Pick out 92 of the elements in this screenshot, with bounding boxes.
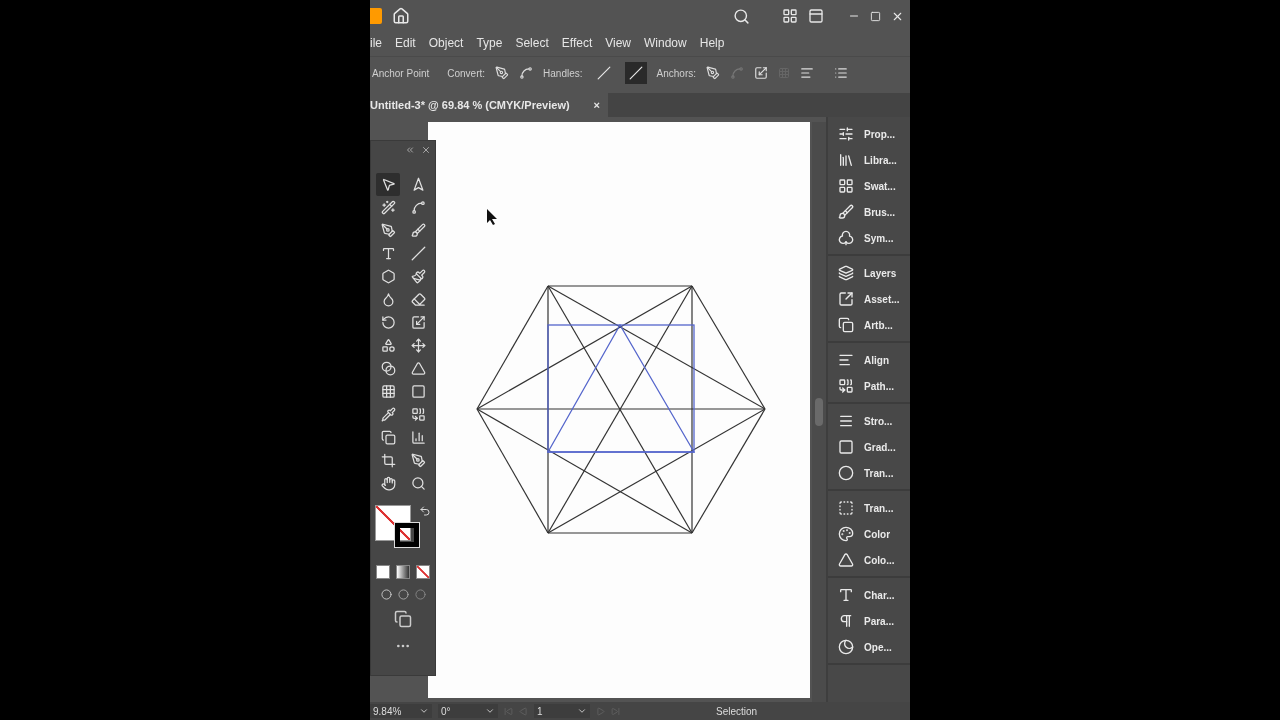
- menu-item[interactable]: Edit: [395, 36, 416, 50]
- layers-icon: [838, 265, 854, 281]
- triangle-icon: [838, 552, 854, 568]
- color-button[interactable]: [376, 565, 390, 579]
- panel-button[interactable]: Artb...: [828, 312, 910, 338]
- menu-item[interactable]: Object: [428, 36, 464, 50]
- menu-item[interactable]: ile: [370, 36, 382, 50]
- sliders-icon: [838, 126, 854, 142]
- workspace-icon[interactable]: [782, 8, 798, 24]
- selection-tool[interactable]: [376, 173, 400, 196]
- panel-button[interactable]: Grad...: [828, 434, 910, 460]
- panel-button[interactable]: Swat...: [828, 173, 910, 199]
- type-icon: [838, 587, 854, 603]
- panel-button[interactable]: Prop...: [828, 121, 910, 147]
- menu-item[interactable]: Window: [644, 36, 687, 50]
- export-icon: [838, 291, 854, 307]
- paintbrush-icon: [410, 269, 426, 284]
- control-bar-title: Anchor Point: [372, 67, 430, 79]
- magic-wand-icon: [380, 200, 396, 215]
- artboard-field[interactable]: 1: [534, 704, 590, 718]
- hexagon-icon: [380, 269, 396, 284]
- dashed-square-icon: [838, 500, 854, 516]
- lines-icon: [838, 413, 854, 429]
- panel-button[interactable]: Char...: [828, 582, 910, 608]
- caret-icon: [577, 706, 587, 716]
- zoom-field[interactable]: 9.84%: [370, 704, 432, 718]
- rotate-icon: [380, 315, 396, 330]
- handles-button[interactable]: [624, 62, 647, 84]
- app-logo: [370, 8, 382, 24]
- panel-icon[interactable]: [808, 8, 824, 24]
- maximize-icon[interactable]: [870, 10, 881, 22]
- align-icon[interactable]: [800, 66, 814, 80]
- panel-button[interactable]: Colo...: [828, 547, 910, 573]
- list-icon[interactable]: [834, 66, 848, 80]
- panel-button[interactable]: Ope...: [828, 634, 910, 660]
- search-icon[interactable]: [733, 7, 750, 25]
- panel-button[interactable]: Layers: [828, 260, 910, 286]
- panel-button[interactable]: Color: [828, 521, 910, 547]
- caret-icon: [419, 706, 429, 716]
- panel-button[interactable]: Brus...: [828, 199, 910, 225]
- none-button[interactable]: [416, 565, 430, 579]
- club-icon: [838, 230, 854, 246]
- rotation-field[interactable]: 0°: [438, 704, 498, 718]
- panel-button[interactable]: Tran...: [828, 460, 910, 486]
- graph-icon: [410, 430, 426, 445]
- hand-icon: [380, 476, 396, 491]
- home-icon[interactable]: [392, 7, 410, 25]
- panel-button[interactable]: Asset...: [828, 286, 910, 312]
- circle-icon: [838, 465, 854, 481]
- type-icon: [380, 246, 396, 261]
- panel-button[interactable]: Tran...: [828, 495, 910, 521]
- panel-button[interactable]: Stro...: [828, 408, 910, 434]
- selection-icon: [380, 177, 396, 192]
- swap-icon[interactable]: [419, 505, 431, 517]
- menu-item[interactable]: Select: [515, 36, 549, 50]
- panel-button[interactable]: Sym...: [828, 225, 910, 251]
- scrollbar[interactable]: [812, 122, 826, 702]
- eyedropper-icon: [380, 407, 396, 422]
- panel-button[interactable]: Libra...: [828, 147, 910, 173]
- eraser-icon: [410, 292, 426, 307]
- close-icon[interactable]: [421, 145, 431, 155]
- menu-item[interactable]: Help: [699, 36, 725, 50]
- palette-icon: [838, 526, 854, 542]
- convert-label: Convert:: [447, 67, 486, 79]
- brush-icon: [838, 204, 854, 220]
- library-icon: [838, 152, 854, 168]
- status-text: Selection: [716, 705, 758, 717]
- menu-item[interactable]: View: [605, 36, 632, 50]
- artboard-icon: [380, 453, 396, 468]
- anchors-label: Anchors:: [656, 67, 696, 79]
- artboards-icon: [838, 317, 854, 333]
- pilcrow-icon: [838, 613, 854, 629]
- panel-button[interactable]: Para...: [828, 608, 910, 634]
- caret-icon: [485, 706, 495, 716]
- menu-item[interactable]: Effect: [561, 36, 593, 50]
- zoom-icon: [410, 476, 426, 491]
- panel-button[interactable]: Path...: [828, 373, 910, 399]
- document-tab[interactable]: Untitled-3* @ 69.84 % (CMYK/Preview) ×: [370, 93, 608, 117]
- pen-icon[interactable]: [706, 66, 720, 80]
- stroke-swatch[interactable]: [395, 523, 419, 547]
- mesh-icon: [380, 384, 396, 399]
- line-icon: [410, 246, 426, 261]
- scale-icon: [410, 315, 426, 330]
- pen-icon: [380, 223, 396, 238]
- menu-item[interactable]: Type: [476, 36, 503, 50]
- panel-button[interactable]: Align: [828, 347, 910, 373]
- align-icon: [838, 352, 854, 368]
- cursor-icon: [487, 209, 497, 225]
- grid-icon: [838, 178, 854, 194]
- square-icon: [838, 439, 854, 455]
- gradient-button[interactable]: [396, 565, 410, 579]
- handles-label: Handles:: [543, 67, 583, 79]
